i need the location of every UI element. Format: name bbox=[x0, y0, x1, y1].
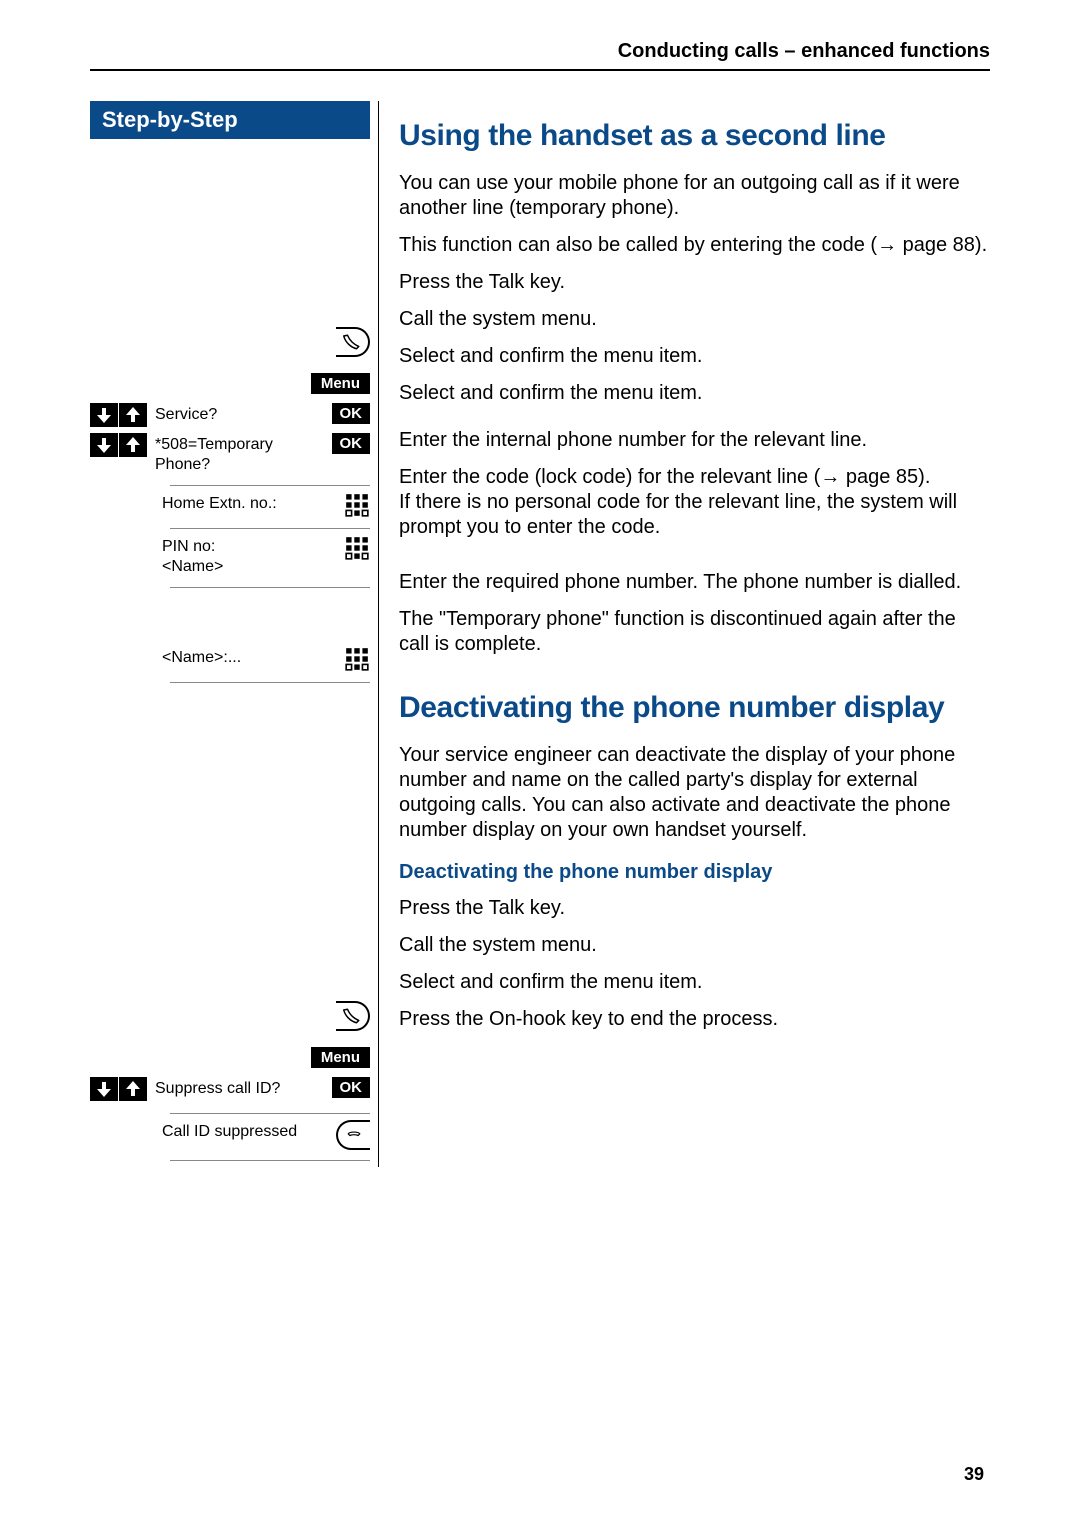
display-pin-name: PIN no: <Name> bbox=[162, 535, 336, 577]
display-callid-suppressed: Call ID suppressed bbox=[162, 1120, 328, 1142]
section-heading: Deactivating the phone number display bbox=[399, 691, 990, 725]
subsection-heading: Deactivating the phone number display bbox=[399, 861, 990, 884]
display-suppress-callid: Suppress call ID? bbox=[155, 1077, 324, 1099]
step-text: Select and confirm the menu item. bbox=[399, 344, 990, 369]
step-text: Call the system menu. bbox=[399, 307, 990, 332]
step-text: Enter the internal phone number for the … bbox=[399, 428, 990, 453]
menu-softkey: Menu bbox=[311, 373, 370, 394]
keypad-icon bbox=[344, 492, 370, 518]
updown-arrows-icon bbox=[90, 403, 147, 427]
updown-arrows-icon bbox=[90, 433, 147, 457]
intro-paragraph: Your service engineer can deactivate the… bbox=[399, 743, 990, 843]
page-header: Conducting calls – enhanced functions bbox=[90, 40, 990, 71]
display-name-dots: <Name>:... bbox=[162, 646, 336, 668]
display-temp-phone: *508=Temporary Phone? bbox=[155, 433, 324, 475]
talk-key-icon bbox=[336, 1001, 370, 1031]
step-text: Select and confirm the menu item. bbox=[399, 970, 990, 995]
step-text: Enter the code (lock code) for the relev… bbox=[399, 465, 990, 540]
step-text: Press the On-hook key to end the process… bbox=[399, 1007, 990, 1032]
intro-paragraph: You can use your mobile phone for an out… bbox=[399, 171, 990, 221]
step-text: Press the Talk key. bbox=[399, 270, 990, 295]
manual-page: Conducting calls – enhanced functions St… bbox=[0, 0, 1080, 1529]
menu-softkey: Menu bbox=[311, 1047, 370, 1068]
step-text: Press the Talk key. bbox=[399, 896, 990, 921]
section-heading: Using the handset as a second line bbox=[399, 119, 990, 153]
page-number: 39 bbox=[964, 1464, 984, 1485]
step-text: Call the system menu. bbox=[399, 933, 990, 958]
ok-softkey: OK bbox=[332, 433, 371, 454]
ok-softkey: OK bbox=[332, 1077, 371, 1098]
onhook-key-icon bbox=[336, 1120, 370, 1150]
sidebar: Step-by-Step Menu bbox=[90, 101, 379, 1167]
sidebar-banner-label: Step-by-Step bbox=[102, 107, 238, 132]
updown-arrows-icon bbox=[90, 1077, 147, 1101]
keypad-icon bbox=[344, 535, 370, 561]
step-text: Enter the required phone number. The pho… bbox=[399, 570, 990, 595]
chapter-title: Conducting calls – enhanced functions bbox=[618, 40, 990, 62]
display-home-extn: Home Extn. no.: bbox=[162, 492, 336, 514]
talk-key-icon bbox=[336, 327, 370, 357]
step-text: Select and confirm the menu item. bbox=[399, 381, 990, 406]
content-columns: Step-by-Step Menu bbox=[90, 101, 990, 1167]
ok-softkey: OK bbox=[332, 403, 371, 424]
main-column: Using the handset as a second line You c… bbox=[399, 101, 990, 1167]
display-service: Service? bbox=[155, 403, 324, 425]
sidebar-banner: Step-by-Step bbox=[90, 101, 370, 139]
sidebar-body: Menu Service? OK * bbox=[90, 147, 370, 1167]
keypad-icon bbox=[344, 646, 370, 672]
outro-paragraph: The "Temporary phone" function is discon… bbox=[399, 607, 990, 657]
intro-paragraph: This function can also be called by ente… bbox=[399, 233, 990, 258]
